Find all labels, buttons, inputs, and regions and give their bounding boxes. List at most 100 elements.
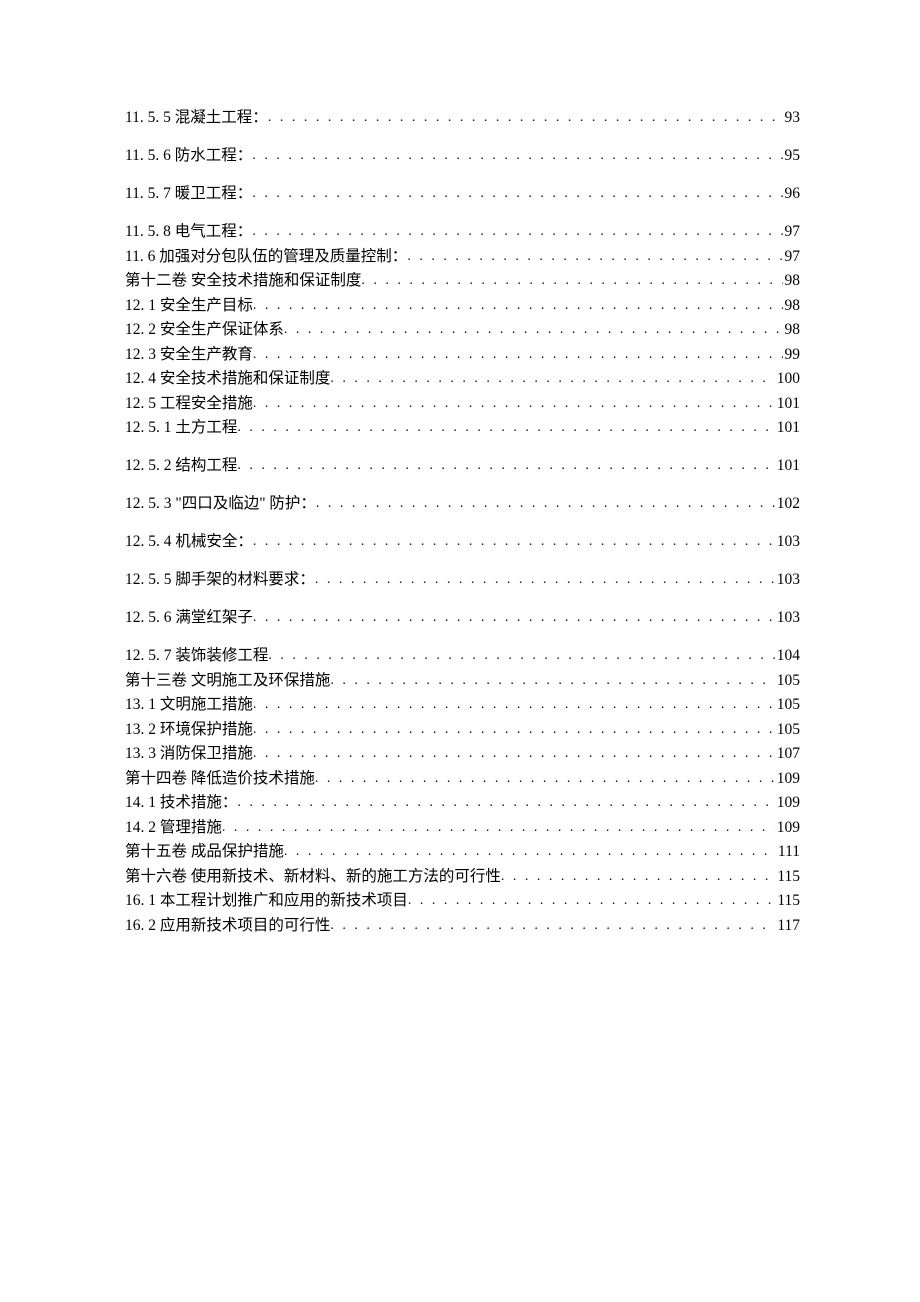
toc-entry: 13. 1 文明施工措施105 [125, 697, 800, 713]
toc-entry: 12. 3 安全生产教育 99 [125, 347, 800, 363]
toc-dot-leader [268, 111, 783, 125]
toc-entry: 12. 5. 7 装饰装修工程 104 [125, 648, 800, 664]
toc-dot-leader [237, 796, 774, 810]
toc-dot-leader [316, 497, 775, 511]
toc-entry: 12. 5. 4 机械安全： 103 [125, 534, 800, 550]
toc-dot-leader [284, 845, 776, 859]
toc-entry-page: 104 [775, 648, 800, 664]
toc-entry-page: 98 [783, 322, 801, 338]
toc-entry-title: 16. 1 本工程计划推广和应用的新技术项目 [125, 893, 408, 909]
toc-entry: 12. 5. 5 脚手架的材料要求：103 [125, 572, 800, 588]
toc-dot-leader [252, 225, 782, 239]
toc-entry-title: 第十五卷 成品保护措施 [125, 844, 284, 860]
toc-entry: 11. 5. 8 电气工程： 97 [125, 224, 800, 240]
toc-entry-page: 95 [783, 148, 801, 164]
toc-entry-title: 12. 5. 2 结构工程 [125, 458, 237, 474]
table-of-contents: 11. 5. 5 混凝土工程：9311. 5. 6 防水工程：9511. 5. … [125, 110, 800, 934]
toc-entry-page: 102 [775, 496, 800, 512]
toc-entry-page: 101 [775, 458, 800, 474]
toc-entry-title: 第十六卷 使用新技术、新材料、新的施工方法的可行性 [125, 869, 501, 885]
toc-dot-leader [501, 870, 775, 884]
toc-dot-leader [268, 649, 774, 663]
toc-dot-leader [315, 772, 775, 786]
toc-entry-page: 98 [783, 273, 801, 289]
toc-entry: 12. 5. 6 满堂红架子103 [125, 610, 800, 626]
toc-entry-title: 第十二卷 安全技术措施和保证制度 [125, 273, 361, 289]
toc-dot-leader [222, 821, 775, 835]
toc-entry-page: 109 [775, 795, 800, 811]
toc-dot-leader [408, 894, 775, 908]
toc-dot-leader [253, 397, 775, 411]
toc-entry-page: 100 [775, 371, 800, 387]
toc-entry-title: 12. 5 工程安全措施 [125, 396, 253, 412]
toc-entry-title: 11. 5. 8 电气工程： [125, 224, 252, 240]
toc-entry-page: 105 [775, 673, 800, 689]
toc-entry: 13. 3 消防保卫措施107 [125, 746, 800, 762]
toc-entry: 14. 1 技术措施： 109 [125, 795, 800, 811]
toc-entry-title: 11. 5. 7 暖卫工程： [125, 186, 252, 202]
toc-entry-title: 12. 1 安全生产目标 [125, 298, 253, 314]
toc-entry-title: 第十四卷 降低造价技术措施 [125, 771, 315, 787]
toc-dot-leader [253, 611, 775, 625]
toc-dot-leader [252, 149, 782, 163]
toc-entry-page: 117 [775, 918, 800, 934]
toc-entry-title: 11. 6 加强对分包队伍的管理及质量控制： [125, 249, 407, 265]
toc-dot-leader [361, 274, 782, 288]
toc-entry: 11. 5. 7 暖卫工程： 96 [125, 186, 800, 202]
toc-entry: 13. 2 环境保护措施105 [125, 722, 800, 738]
toc-entry: 12. 1 安全生产目标 98 [125, 298, 800, 314]
toc-entry-title: 12. 5. 7 装饰装修工程 [125, 648, 268, 664]
toc-entry-page: 105 [775, 722, 800, 738]
toc-entry: 14. 2 管理措施 109 [125, 820, 800, 836]
toc-entry-page: 97 [783, 249, 801, 265]
toc-entry: 11. 5. 6 防水工程： 95 [125, 148, 800, 164]
toc-dot-leader [253, 348, 783, 362]
toc-entry-page: 115 [775, 869, 800, 885]
toc-entry-title: 12. 5. 5 脚手架的材料要求： [125, 572, 315, 588]
toc-dot-leader [253, 299, 783, 313]
toc-entry: 12. 4 安全技术措施和保证制度100 [125, 371, 800, 387]
toc-entry-title: 12. 5. 6 满堂红架子 [125, 610, 253, 626]
toc-dot-leader [330, 372, 774, 386]
toc-entry-page: 109 [775, 771, 800, 787]
toc-entry-page: 98 [783, 298, 801, 314]
toc-entry: 12. 5. 1 土方工程101 [125, 420, 800, 436]
toc-entry: 16. 2 应用新技术项目的可行性 117 [125, 918, 800, 934]
toc-dot-leader [253, 747, 775, 761]
toc-entry-title: 13. 1 文明施工措施 [125, 697, 253, 713]
toc-entry-title: 14. 2 管理措施 [125, 820, 222, 836]
toc-dot-leader [253, 723, 775, 737]
toc-entry: 第十二卷 安全技术措施和保证制度 98 [125, 273, 800, 289]
toc-entry-title: 16. 2 应用新技术项目的可行性 [125, 918, 330, 934]
toc-entry-page: 101 [775, 420, 800, 436]
toc-entry-title: 12. 5. 3 "四口及临边" 防护： [125, 496, 316, 512]
toc-entry: 12. 5. 3 "四口及临边" 防护： 102 [125, 496, 800, 512]
toc-entry-page: 101 [775, 396, 800, 412]
toc-dot-leader [253, 698, 775, 712]
toc-entry-title: 14. 1 技术措施： [125, 795, 237, 811]
toc-entry-title: 第十三卷 文明施工及环保措施 [125, 673, 330, 689]
toc-entry: 第十六卷 使用新技术、新材料、新的施工方法的可行性 115 [125, 869, 800, 885]
toc-entry-page: 96 [783, 186, 801, 202]
toc-entry: 16. 1 本工程计划推广和应用的新技术项目 115 [125, 893, 800, 909]
toc-entry: 第十三卷 文明施工及环保措施 105 [125, 673, 800, 689]
toc-entry: 12. 2 安全生产保证体系 98 [125, 322, 800, 338]
toc-dot-leader [253, 535, 775, 549]
toc-entry-page: 115 [775, 893, 800, 909]
toc-entry: 12. 5 工程安全措施 101 [125, 396, 800, 412]
toc-entry-page: 103 [775, 534, 800, 550]
toc-dot-leader [237, 421, 774, 435]
toc-entry-title: 12. 5. 4 机械安全： [125, 534, 253, 550]
toc-entry: 11. 6 加强对分包队伍的管理及质量控制： 97 [125, 249, 800, 265]
toc-entry-title: 11. 5. 5 混凝土工程： [125, 110, 268, 126]
toc-entry-title: 13. 3 消防保卫措施 [125, 746, 253, 762]
toc-entry-page: 99 [783, 347, 801, 363]
toc-entry-page: 109 [775, 820, 800, 836]
toc-entry-title: 12. 2 安全生产保证体系 [125, 322, 284, 338]
toc-entry-title: 12. 3 安全生产教育 [125, 347, 253, 363]
toc-dot-leader [330, 674, 774, 688]
toc-entry: 12. 5. 2 结构工程 101 [125, 458, 800, 474]
toc-entry-title: 11. 5. 6 防水工程： [125, 148, 252, 164]
toc-entry-page: 97 [783, 224, 801, 240]
toc-entry-page: 111 [776, 844, 800, 860]
